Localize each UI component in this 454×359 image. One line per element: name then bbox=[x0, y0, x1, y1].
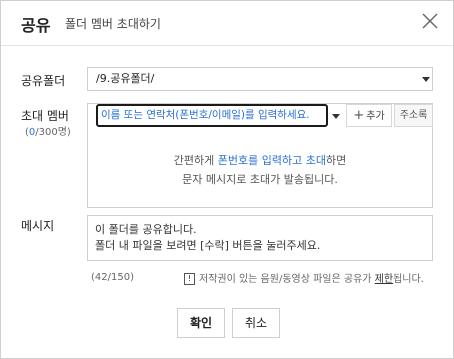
plus-icon: + bbox=[353, 108, 365, 123]
header-divider bbox=[1, 45, 453, 46]
share-dialog: 공유 폴더 멤버 초대하기 공유폴더 /9.공유폴더/ 초대 멤버 (0/300… bbox=[0, 0, 454, 359]
restriction-link[interactable]: 제한 bbox=[375, 274, 393, 285]
invite-members-label: 초대 멤버 bbox=[21, 109, 69, 123]
dialog-header: 공유 폴더 멤버 초대하기 bbox=[1, 1, 453, 45]
invite-hint-line2: 문자 메시지로 초대가 발송됩니다. bbox=[182, 173, 338, 186]
address-book-button[interactable]: 주소록 bbox=[394, 104, 433, 127]
message-line1: 이 폴더를 공유합니다. bbox=[95, 223, 197, 236]
share-folder-select[interactable]: /9.공유폴더/ bbox=[87, 67, 433, 91]
warning-icon: ! bbox=[184, 273, 195, 285]
share-folder-value: /9.공유폴더/ bbox=[96, 72, 155, 85]
add-member-label: 추가 bbox=[366, 111, 385, 122]
invite-count: (0/300명) bbox=[25, 127, 71, 138]
invite-input-placeholder: 이름 또는 연락처(폰번호/이메일)를 입력하세요. bbox=[101, 109, 310, 121]
address-book-label: 주소록 bbox=[399, 110, 428, 121]
cancel-button[interactable]: 취소 bbox=[232, 308, 280, 338]
invite-input[interactable]: 이름 또는 연락처(폰번호/이메일)를 입력하세요. bbox=[96, 104, 328, 127]
copyright-notice: ! 저작권이 있는 음원/동영상 파일은 공유가 제한됩니다. bbox=[184, 270, 424, 285]
invite-dropdown-toggle[interactable] bbox=[328, 105, 344, 127]
invite-hint-highlight: 폰번호를 입력하고 초대 bbox=[217, 154, 326, 167]
chevron-down-icon bbox=[332, 114, 340, 119]
share-folder-label: 공유폴더 bbox=[21, 74, 66, 88]
message-label: 메시지 bbox=[21, 219, 55, 233]
message-line2: 폴더 내 파일을 보려면 [수락] 버튼을 눌러주세요. bbox=[95, 239, 321, 252]
add-member-button[interactable]: + 추가 bbox=[346, 104, 392, 127]
close-icon[interactable] bbox=[419, 10, 441, 32]
invite-hint-line1: 간편하게 폰번호를 입력하고 초대하면 bbox=[173, 154, 347, 167]
dialog-title: 공유 bbox=[21, 16, 51, 35]
dialog-subtitle: 폴더 멤버 초대하기 bbox=[65, 17, 161, 31]
message-textarea[interactable]: 이 폴더를 공유합니다. 폴더 내 파일을 보려면 [수락] 버튼을 눌러주세요… bbox=[87, 215, 433, 261]
chevron-down-icon bbox=[422, 77, 430, 82]
message-counter: (42/150) bbox=[91, 272, 134, 283]
confirm-button[interactable]: 확인 bbox=[177, 308, 225, 338]
